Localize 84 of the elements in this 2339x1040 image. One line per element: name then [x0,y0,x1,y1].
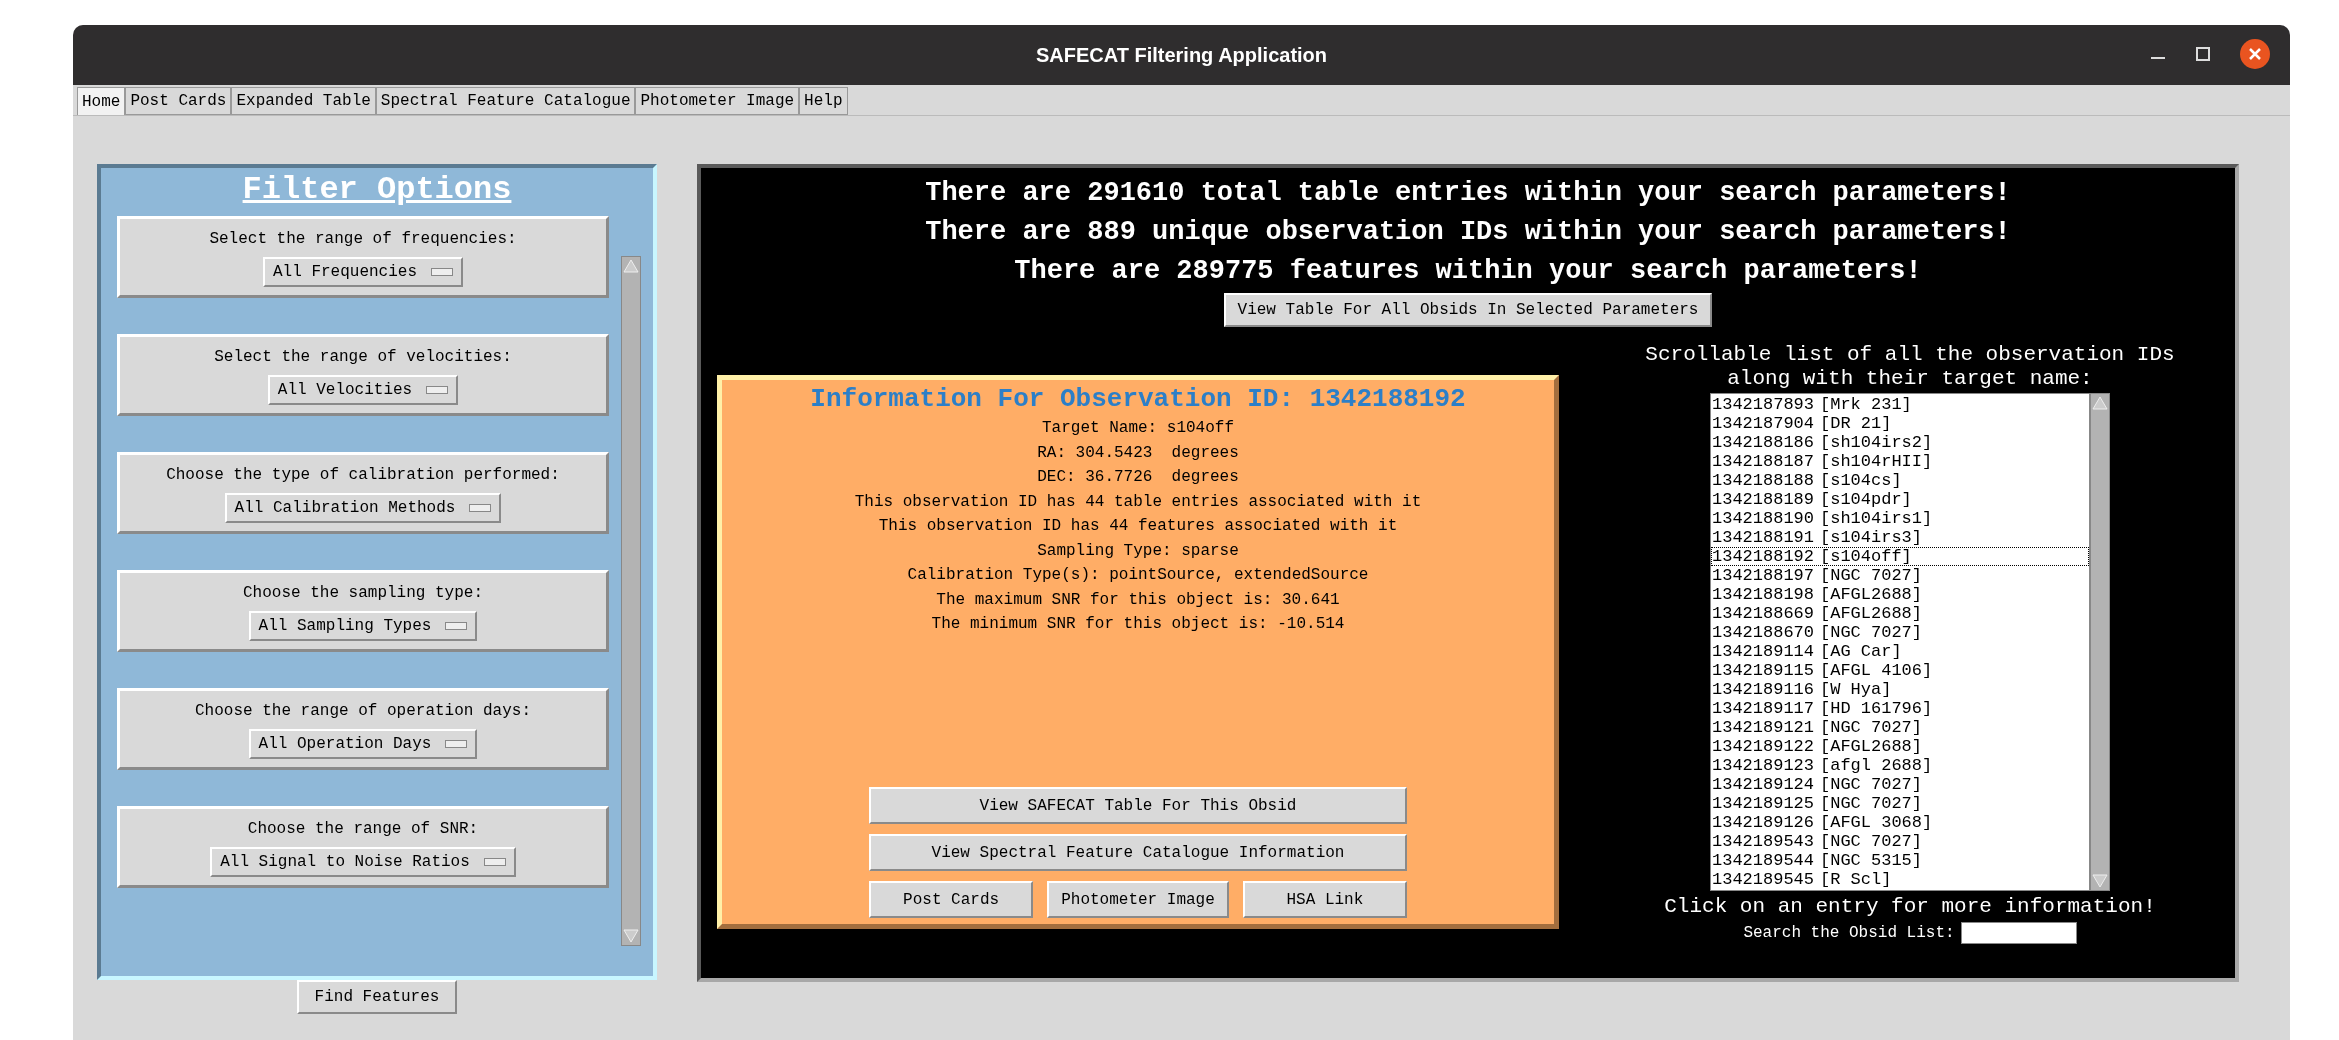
scrollbar[interactable] [2090,393,2110,891]
info-line: The maximum SNR for this object is: 30.641 [936,589,1340,611]
view-table-button[interactable]: View Table For All Obsids In Selected Parameters [1223,293,1713,327]
list-item[interactable]: 1342189126 [AFGL 3068] [1711,813,2089,832]
action-button[interactable]: Photometer Image [1047,881,1229,918]
list-item[interactable]: 1342189115 [AFGL 4106] [1711,661,2089,680]
panel-heading: Filter Options [242,170,512,210]
maximize-icon[interactable] [2196,47,2210,61]
list-item[interactable]: 1342189124 [NGC 7027] [1711,775,2089,794]
filter-label: Choose the range of SNR: [247,819,479,840]
scroll-up-icon [622,257,640,275]
scroll-down-icon [2091,872,2109,890]
dropdown-indicator-icon [431,268,453,276]
tab[interactable]: Spectral Feature Catalogue [375,87,636,115]
list-hint: Click on an entry for more information! [1664,894,2156,920]
list-item[interactable]: 1342188197 [NGC 7027] [1711,566,2089,585]
tab[interactable]: Help [799,87,848,115]
dropdown-indicator-icon [469,504,492,512]
list-item[interactable]: 1342189543 [NGC 7027] [1711,832,2089,851]
dropdown-indicator-icon [445,740,468,748]
list-item[interactable]: 1342189545 [R Scl] [1711,870,2089,889]
dropdown[interactable]: All Signal to Noise Ratios [210,847,516,877]
dropdown[interactable]: All Sampling Types [248,611,478,641]
filter-label: Choose the type of calibration performed: [166,465,560,486]
list-item[interactable]: 1342188191 [s104irs3] [1711,528,2089,547]
filter-label: Select the range of velocities: [214,347,512,368]
list-item[interactable]: 1342188189 [s104pdr] [1711,490,2089,509]
summary-line: There are 889 unique observation IDs within your search parameters! [925,216,2011,249]
info-line: RA: 304.5423 degrees [1037,442,1239,464]
action-button[interactable]: View Spectral Feature Catalogue Information [869,834,1407,871]
action-button[interactable]: Post Cards [869,881,1034,918]
dropdown[interactable]: All Velocities [267,375,459,405]
list-item[interactable]: 1342189114 [AG Car] [1711,642,2089,661]
list-item[interactable]: 1342187904 [DR 21] [1711,414,2089,433]
summary-line: There are 291610 total table entries within your search parameters! [925,177,2011,210]
dropdown-indicator-icon [483,858,506,866]
list-item[interactable]: 1342189121 [NGC 7027] [1711,718,2089,737]
info-line: This observation ID has 44 features associated with it [878,516,1398,537]
list-item[interactable]: 1342188186 [sh104irs2] [1711,433,2089,452]
list-item[interactable]: 1342189116 [W Hya] [1711,680,2089,699]
tab[interactable]: Home [77,87,126,115]
filter-label: Choose the range of operation days: [194,701,532,722]
list-item[interactable]: 1342188669 [AFGL2688] [1711,604,2089,623]
list-item[interactable]: 1342188188 [s104cs] [1711,471,2089,490]
dropdown[interactable]: All Frequencies [263,257,463,287]
info-line: DEC: 36.7726 degrees [1037,467,1239,488]
list-item[interactable]: 1342188198 [AFGL2688] [1711,585,2089,604]
list-item[interactable]: 1342189123 [afgl 2688] [1711,756,2089,775]
search-field[interactable] [1960,922,2077,944]
list-item[interactable]: 1342189125 [NGC 7027] [1711,794,2089,813]
summary-line: There are 289775 features within your search parameters! [1014,255,1922,288]
list-caption: Scrollable list of all the observation IDs along with their target name: [1645,343,2175,391]
info-line: This observation ID has 44 table entries associated with it [854,491,1422,513]
dropdown-indicator-icon [445,622,468,630]
filter-label: Choose the sampling type: [242,583,483,604]
info-line: The minimum SNR for this object is: -10.514 [931,614,1345,635]
action-button[interactable]: View SAFECAT Table For This Obsid [869,787,1407,824]
scroll-down-icon [622,927,640,945]
list-item[interactable]: 1342189544 [NGC 5315] [1711,851,2089,870]
window-title: SAFECAT Filtering Application [1035,43,1328,68]
list-item[interactable]: 1342189117 [HD 161796] [1711,699,2089,718]
scroll-up-icon [2091,394,2109,412]
list-item[interactable]: 1342188670 [NGC 7027] [1711,623,2089,642]
info-line: Sampling Type: sparse [1037,540,1239,562]
search-label: Search the Obsid List: [1743,923,1955,944]
list-item[interactable]: 1342188187 [sh104rHII] [1711,452,2089,471]
info-line: Calibration Type(s): pointSource, extendedSource [907,565,1369,586]
dropdown[interactable]: All Calibration Methods [224,493,502,523]
list-item[interactable]: 1342188192 [s104off] [1711,547,2089,566]
close-icon[interactable] [2240,39,2270,69]
filter-label: Select the range of frequencies: [209,229,517,250]
list-item[interactable]: 1342188190 [sh104irs1] [1711,509,2089,528]
info-heading: Information For Observation ID: 1342188192 [810,383,1466,416]
info-line: Target Name: s104off [1042,418,1234,439]
list-item[interactable]: 1342187893 [Mrk 231] [1711,395,2089,414]
dropdown[interactable]: All Operation Days [248,729,478,759]
find-features-button[interactable]: Find Features [296,980,458,1014]
tab[interactable]: Expanded Table [231,87,376,115]
tab[interactable]: Photometer Image [635,87,800,115]
action-button[interactable]: HSA Link [1242,881,1407,918]
dropdown-indicator-icon [426,386,449,394]
list-item[interactable]: 1342189122 [AFGL2688] [1711,737,2089,756]
scrollbar[interactable] [621,256,641,946]
tab[interactable]: Post Cards [125,87,232,115]
